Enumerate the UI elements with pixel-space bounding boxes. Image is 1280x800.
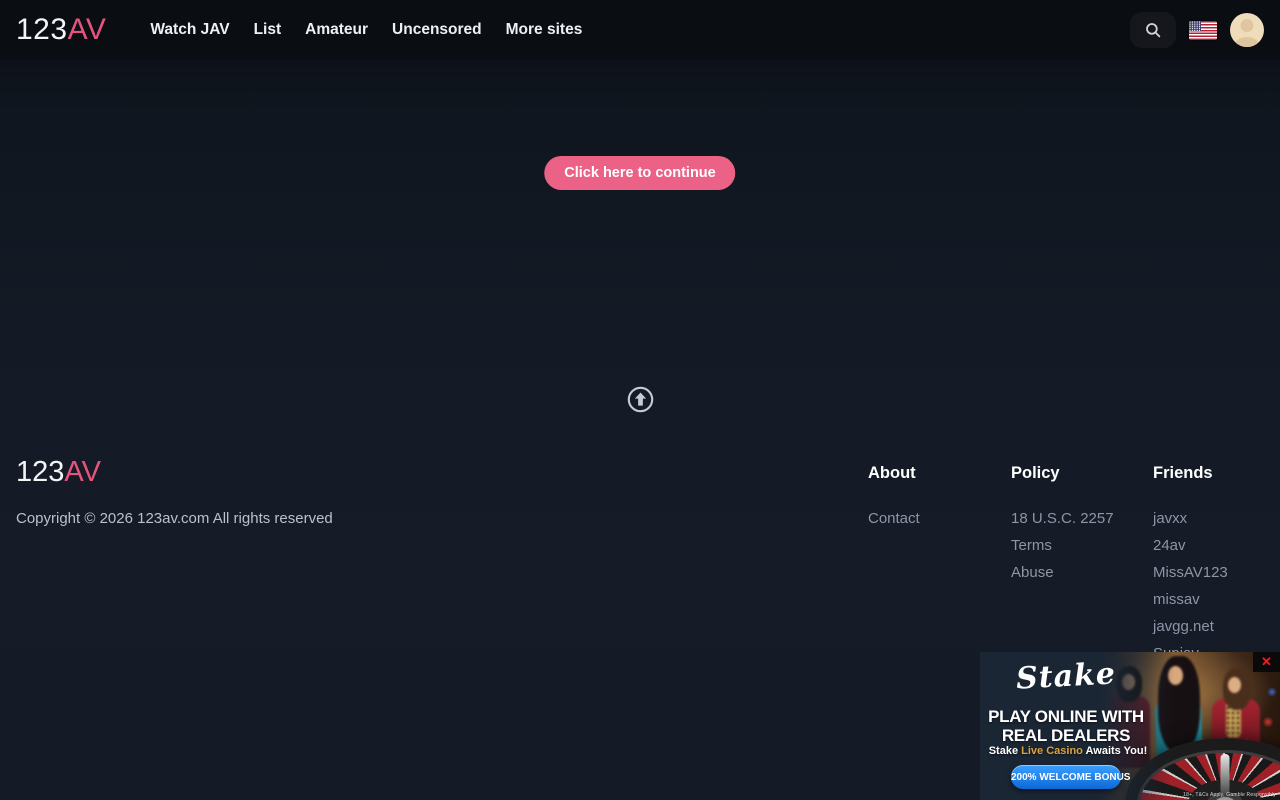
footer-logo[interactable]: 123AV xyxy=(16,456,101,489)
ad-close-button[interactable]: ✕ xyxy=(1253,652,1280,672)
logo-123: 123 xyxy=(16,13,68,46)
footer-link-abuse[interactable]: Abuse xyxy=(1011,565,1114,581)
us-flag-icon[interactable] xyxy=(1189,21,1217,40)
footer-column-policy: Policy 18 U.S.C. 2257 Terms Abuse xyxy=(1011,462,1114,592)
footer-column-friends: Friends javxx 24av MissAV123 missav javg… xyxy=(1153,462,1228,673)
nav-item-uncensored[interactable]: Uncensored xyxy=(392,15,482,45)
arrow-up-circle-icon xyxy=(627,386,654,413)
nav-item-list[interactable]: List xyxy=(254,15,282,45)
footer-link-missav[interactable]: missav xyxy=(1153,592,1228,608)
footer-link-javxx[interactable]: javxx xyxy=(1153,511,1228,527)
close-icon: ✕ xyxy=(1261,654,1272,670)
site-logo[interactable]: 123AV xyxy=(16,13,106,47)
avatar[interactable] xyxy=(1230,13,1264,47)
copyright-text: Copyright © 2026 123av.com All rights re… xyxy=(16,510,333,527)
ad-sub-pre: Stake xyxy=(989,745,1021,757)
footer-link-2257[interactable]: 18 U.S.C. 2257 xyxy=(1011,511,1114,527)
scroll-top-button[interactable] xyxy=(626,385,654,413)
search-button[interactable] xyxy=(1130,12,1176,48)
footer-link-contact[interactable]: Contact xyxy=(868,511,920,527)
ad-headline-line1: PLAY ONLINE WITH xyxy=(980,707,1152,726)
footer-link-24av[interactable]: 24av xyxy=(1153,538,1228,554)
nav-item-watch-jav[interactable]: Watch JAV xyxy=(150,15,229,45)
main-nav: Watch JAV List Amateur Uncensored More s… xyxy=(150,15,582,45)
footer-link-missav123[interactable]: MissAV123 xyxy=(1153,565,1228,581)
footer-heading-friends: Friends xyxy=(1153,462,1228,484)
logo-av: AV xyxy=(68,13,107,46)
footer-heading-policy: Policy xyxy=(1011,462,1114,484)
ad-sub-highlight: Live Casino xyxy=(1021,745,1083,757)
footer-logo-123: 123 xyxy=(16,456,64,488)
footer-heading-about: About xyxy=(868,462,920,484)
search-icon xyxy=(1144,21,1162,39)
ad-bonus-button[interactable]: 200% WELCOME BONUS xyxy=(1011,765,1121,789)
footer-logo-av: AV xyxy=(64,456,101,488)
nav-item-amateur[interactable]: Amateur xyxy=(305,15,368,45)
ad-headline: PLAY ONLINE WITH REAL DEALERS xyxy=(980,707,1152,745)
ad-subline: Stake Live Casino Awaits You! xyxy=(980,745,1156,757)
footer-link-javgg[interactable]: javgg.net xyxy=(1153,619,1228,635)
navbar: 123AV Watch JAV List Amateur Uncensored … xyxy=(0,0,1280,60)
nav-item-more-sites[interactable]: More sites xyxy=(506,15,583,45)
navbar-right xyxy=(1130,12,1264,48)
footer-link-terms[interactable]: Terms xyxy=(1011,538,1114,554)
continue-button[interactable]: Click here to continue xyxy=(544,156,735,190)
ad-disclaimer: 18+, T&Cs Apply, Gamble Responsibly xyxy=(1183,792,1276,798)
ad-headline-line2: REAL DEALERS xyxy=(980,726,1152,745)
ad-sub-post: Awaits You! xyxy=(1083,745,1147,757)
ad-banner[interactable]: Stake PLAY ONLINE WITH REAL DEALERS Stak… xyxy=(980,652,1280,800)
footer-column-about: About Contact xyxy=(868,462,920,538)
